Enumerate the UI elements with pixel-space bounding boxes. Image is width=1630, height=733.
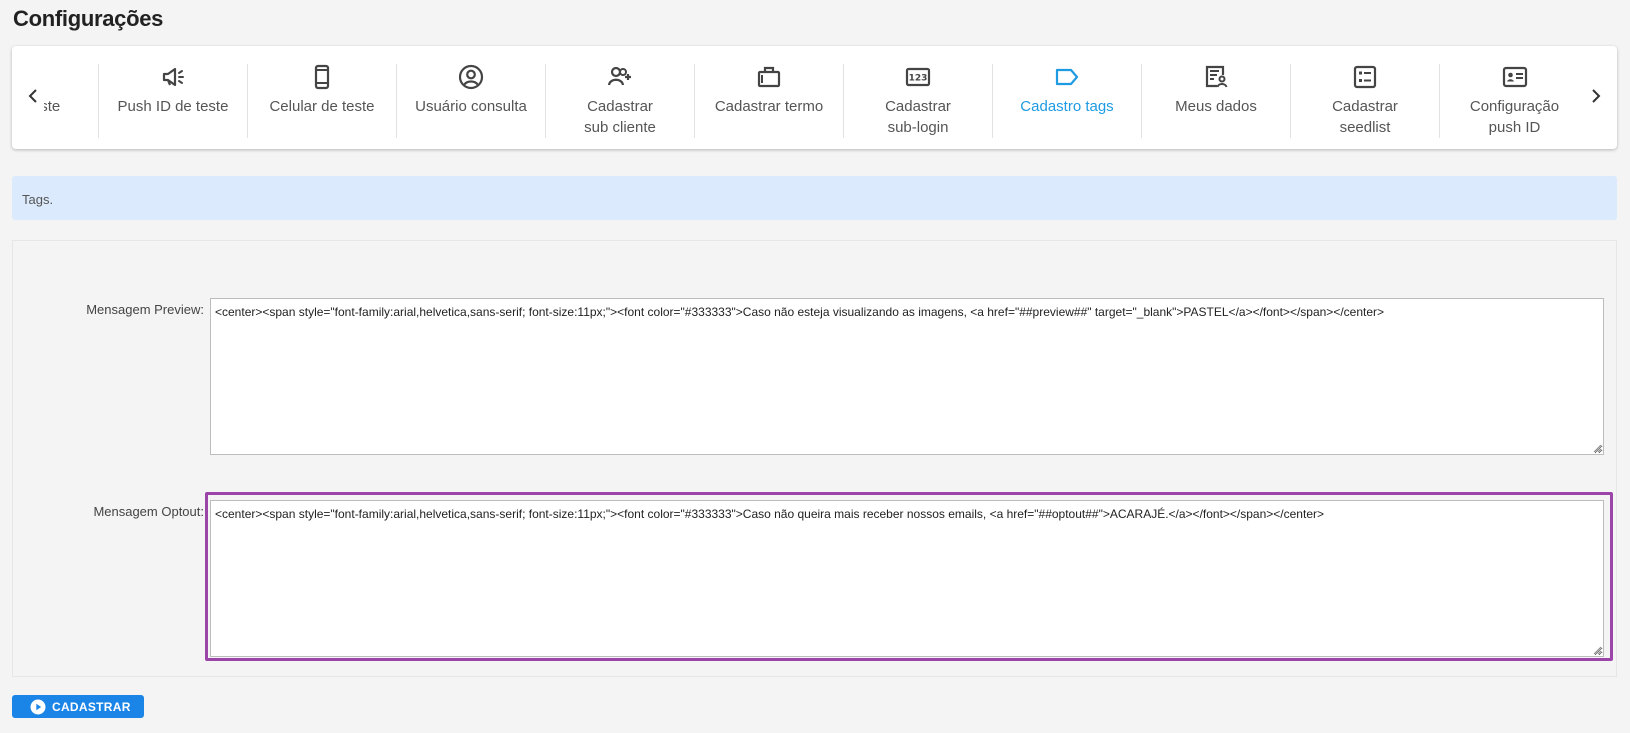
tab-email-teste[interactable]: ail de teste xyxy=(44,64,99,138)
tag-icon xyxy=(1054,64,1080,90)
tab-cadastrar-sub-cliente[interactable]: Cadastrar sub cliente xyxy=(546,64,695,138)
submit-label: CADASTRAR xyxy=(52,699,131,714)
tab-label: Push ID de teste xyxy=(117,98,229,115)
settings-tabs: ail de teste Push ID de teste Celular de… xyxy=(12,46,1617,149)
user-add-icon xyxy=(607,64,633,90)
preview-resize-handle[interactable] xyxy=(1592,443,1602,453)
tab-label: Celular de teste xyxy=(269,98,375,115)
tab-label: Cadastro tags xyxy=(1020,98,1114,115)
scroll-left-button[interactable] xyxy=(22,82,44,110)
tab-label: Usuário consulta xyxy=(415,98,527,115)
tab-cadastrar-sub-login[interactable]: 123 Cadastrar sub-login xyxy=(844,64,993,138)
checklist-icon xyxy=(1352,64,1378,90)
tab-cadastrar-seedlist[interactable]: Cadastrar seedlist xyxy=(1291,64,1440,138)
svg-text:123: 123 xyxy=(909,74,928,84)
tab-meus-dados[interactable]: Meus dados xyxy=(1142,64,1291,138)
info-text: Tags. xyxy=(22,192,54,207)
tab-label: ail de teste xyxy=(44,98,61,115)
tab-celular-teste[interactable]: Celular de teste xyxy=(248,64,397,138)
megaphone-icon xyxy=(160,64,186,90)
tabs-row: ail de teste Push ID de teste Celular de… xyxy=(44,64,1585,138)
optout-label: Mensagem Optout: xyxy=(93,504,204,519)
briefcase-icon xyxy=(756,64,782,90)
tab-push-id-teste[interactable]: Push ID de teste xyxy=(99,64,248,138)
tab-label: Configuração push ID xyxy=(1469,98,1560,136)
optout-resize-handle[interactable] xyxy=(1592,645,1602,655)
preview-label: Mensagem Preview: xyxy=(86,302,204,317)
smartphone-icon xyxy=(309,64,335,90)
submit-button[interactable]: CADASTRAR xyxy=(12,695,144,718)
tab-label: Cadastrar seedlist xyxy=(1332,98,1398,136)
tab-label: Cadastrar sub cliente xyxy=(584,98,656,136)
tabs-viewport: ail de teste Push ID de teste Celular de… xyxy=(44,46,1585,149)
scroll-right-button[interactable] xyxy=(1585,82,1607,110)
tab-label: Meus dados xyxy=(1175,98,1257,115)
chevron-right-icon xyxy=(1592,89,1601,103)
tab-configuracao-push-id[interactable]: Configuração push ID xyxy=(1440,64,1585,138)
tab-label: Cadastrar termo xyxy=(714,98,824,115)
preview-textarea[interactable]: <center><span style="font-family:arial,h… xyxy=(210,298,1604,455)
info-bar: Tags. xyxy=(12,176,1617,220)
numbers-123-icon: 123 xyxy=(905,64,931,90)
chevron-left-icon xyxy=(28,89,37,103)
tab-cadastrar-termo[interactable]: Cadastrar termo xyxy=(695,64,844,138)
id-card-icon xyxy=(1502,64,1528,90)
tab-usuario-consulta[interactable]: Usuário consulta xyxy=(397,64,546,138)
user-circle-icon xyxy=(458,64,484,90)
tab-cadastro-tags[interactable]: Cadastro tags xyxy=(993,64,1142,138)
tab-label: Cadastrar sub-login xyxy=(885,98,951,136)
play-circle-icon xyxy=(30,699,46,715)
page-title: Configurações xyxy=(13,6,164,31)
optout-textarea[interactable]: <center><span style="font-family:arial,h… xyxy=(210,500,1604,657)
profile-document-icon xyxy=(1203,64,1229,90)
